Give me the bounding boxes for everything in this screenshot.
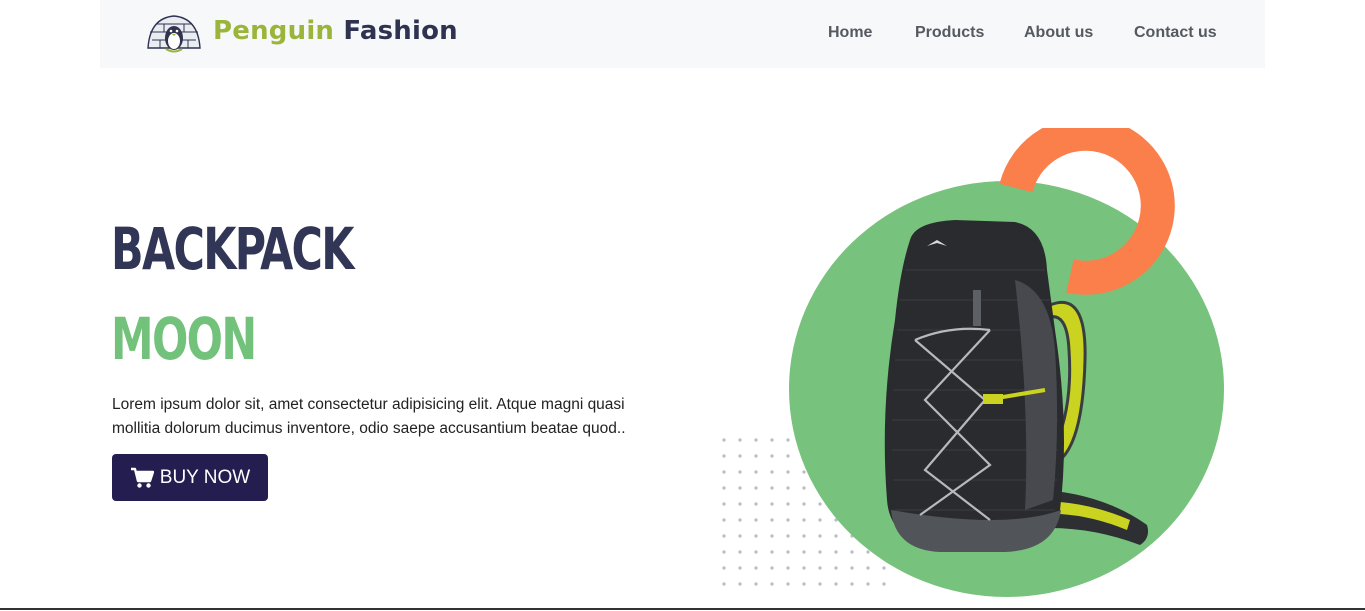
nav-products[interactable]: Products [915, 24, 984, 42]
hero-title-line1: BACKPACK [111, 215, 354, 283]
page-bottom-border [0, 608, 1365, 610]
brand-name-part2[interactable]: Fashion [343, 16, 457, 46]
brand-name-part1[interactable]: Penguin [213, 16, 334, 46]
nav-contact-us[interactable]: Contact us [1134, 24, 1217, 42]
nav-about-us[interactable]: About us [1024, 24, 1093, 42]
hero-title-line2: MOON [111, 305, 257, 373]
penguin-igloo-logo-icon[interactable] [144, 10, 204, 54]
hero-description: Lorem ipsum dolor sit, amet consectetur … [112, 396, 626, 437]
brand-name[interactable]: Penguin Fashion [213, 16, 458, 46]
cart-icon [130, 467, 154, 488]
navbar: Penguin Fashion Home Products About us C… [100, 0, 1265, 68]
backpack-product-image[interactable] [855, 210, 1155, 590]
buy-now-label: BUY NOW [159, 466, 251, 488]
nav-home[interactable]: Home [828, 24, 872, 42]
buy-now-button[interactable]: BUY NOW [112, 454, 268, 501]
